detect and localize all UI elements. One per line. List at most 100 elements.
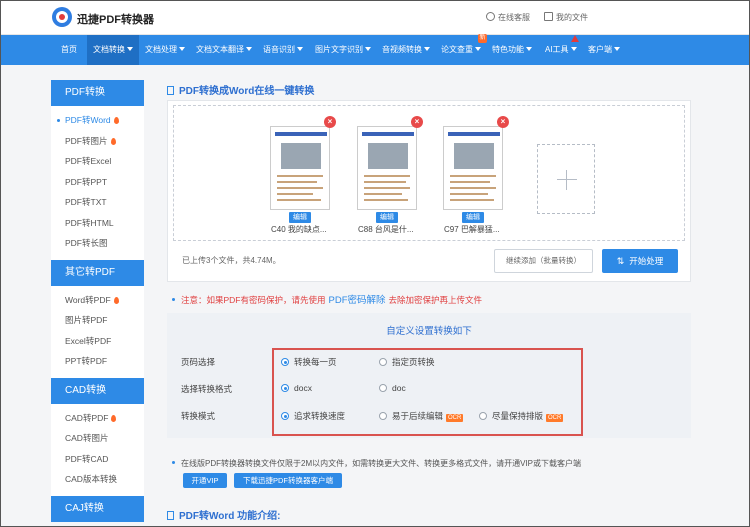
sidebar-item-word-to-pdf[interactable]: Word转PDF bbox=[51, 290, 144, 311]
swap-icon: ⇅ bbox=[616, 256, 625, 266]
add-file-button[interactable] bbox=[537, 144, 595, 214]
thumb-title-bar bbox=[275, 132, 327, 136]
thumb-line bbox=[364, 187, 410, 189]
nav-translate-label: 文档文本翻译 bbox=[196, 45, 244, 54]
chevron-down-icon bbox=[614, 47, 620, 51]
my-files-label: 我的文件 bbox=[556, 13, 588, 22]
radio-doc[interactable]: doc bbox=[379, 383, 406, 393]
nav-doc-convert-label: 文档转换 bbox=[93, 45, 125, 54]
chevron-down-icon bbox=[570, 47, 577, 51]
new-badge: 新 bbox=[478, 34, 487, 43]
document-icon bbox=[167, 86, 174, 95]
nav-av-convert-label: 音视频转换 bbox=[382, 45, 422, 54]
sidebar-item-image-to-pdf[interactable]: 图片转PDF bbox=[51, 310, 144, 331]
sidebar-item-label: CAD转图片 bbox=[65, 433, 109, 443]
radio-label: 追求转换速度 bbox=[294, 411, 346, 421]
radio-every-page[interactable]: 转换每一页 bbox=[281, 356, 337, 368]
document-icon bbox=[167, 511, 174, 520]
sidebar-item-pdf-to-ppt[interactable]: PDF转PPT bbox=[51, 172, 144, 193]
logo-icon[interactable] bbox=[52, 7, 72, 27]
radio-label: 转换每一页 bbox=[294, 357, 337, 367]
size-limit-tip: 在线版PDF转换器转换文件仅限于2M以内文件，如需转换更大文件、转换更多格式文件… bbox=[172, 458, 581, 469]
radio-specific-pages[interactable]: 指定页转换 bbox=[379, 356, 435, 368]
nav-speech[interactable]: 语音识别 bbox=[263, 35, 303, 65]
radio-checked-icon bbox=[281, 384, 289, 392]
edit-file-button[interactable]: 编辑 bbox=[289, 212, 311, 223]
brand-name[interactable]: 迅捷PDF转换器 bbox=[77, 11, 154, 27]
file-name: C88 台风是什... bbox=[358, 225, 414, 234]
pdf-unlock-link[interactable]: PDF密码解除 bbox=[329, 295, 386, 306]
upload-dropzone[interactable]: × 编辑 C40 我的缺点... × 编辑 C88 台风是什... × 编辑 C… bbox=[173, 105, 685, 241]
edit-file-button[interactable]: 编辑 bbox=[462, 212, 484, 223]
document-icon bbox=[544, 12, 553, 21]
size-limit-text: 在线版PDF转换器转换文件仅限于2M以内文件，如需转换更大文件、转换更多格式文件… bbox=[181, 459, 582, 468]
headset-icon bbox=[486, 12, 495, 21]
sidebar-item-pdf-to-word[interactable]: PDF转Word bbox=[51, 110, 144, 131]
sidebar-list-pdf-convert: PDF转Word PDF转图片 PDF转Excel PDF转PPT PDF转TX… bbox=[51, 106, 144, 260]
file-thumbnail[interactable] bbox=[270, 126, 330, 210]
nav-translate[interactable]: 文档文本翻译 bbox=[196, 35, 252, 65]
sidebar-item-pdf-to-txt[interactable]: PDF转TXT bbox=[51, 192, 144, 213]
thumb-title-bar bbox=[448, 132, 500, 136]
radio-label: 尽量保持排版 bbox=[492, 411, 544, 421]
thumb-image bbox=[368, 143, 408, 169]
sidebar-item-cad-version[interactable]: CAD版本转换 bbox=[51, 469, 144, 490]
sidebar-item-cad-to-image[interactable]: CAD转图片 bbox=[51, 428, 144, 449]
remove-file-icon[interactable]: × bbox=[497, 116, 509, 128]
chevron-down-icon bbox=[297, 47, 303, 51]
radio-docx[interactable]: docx bbox=[281, 383, 312, 393]
sidebar-item-label: CAD版本转换 bbox=[65, 474, 117, 484]
nav-plagiarism-label: 论文查重 bbox=[441, 45, 473, 54]
radio-speed[interactable]: 追求转换速度 bbox=[281, 410, 345, 422]
remove-file-icon[interactable]: × bbox=[411, 116, 423, 128]
sidebar-item-pdf-to-cad[interactable]: PDF转CAD bbox=[51, 449, 144, 470]
sidebar-group-caj: CAJ转换 bbox=[51, 495, 144, 522]
radio-label: 易于后续编辑 bbox=[392, 411, 444, 421]
nav-doc-process[interactable]: 文档处理 bbox=[145, 35, 185, 65]
nav-av-convert[interactable]: 音视频转换 bbox=[382, 35, 430, 65]
sidebar-item-ppt-to-pdf[interactable]: PPT转PDF bbox=[51, 351, 144, 372]
bullet-icon bbox=[172, 298, 175, 301]
thumb-line bbox=[277, 175, 323, 177]
customer-service-link[interactable]: 在线客服 bbox=[486, 12, 530, 23]
remove-file-icon[interactable]: × bbox=[324, 116, 336, 128]
sidebar-item-cad-to-pdf[interactable]: CAD转PDF bbox=[51, 408, 144, 429]
file-thumbnail[interactable] bbox=[357, 126, 417, 210]
mode-select-label: 转换模式 bbox=[181, 411, 216, 421]
sidebar-item-pdf-to-image[interactable]: PDF转图片 bbox=[51, 131, 144, 152]
nav-doc-convert[interactable]: 文档转换 bbox=[87, 35, 139, 65]
file-thumbnail[interactable] bbox=[443, 126, 503, 210]
ocr-badge: OCR bbox=[546, 414, 564, 422]
sidebar-list-to-pdf: Word转PDF 图片转PDF Excel转PDF PPT转PDF bbox=[51, 285, 144, 378]
radio-label: 指定页转换 bbox=[392, 357, 435, 367]
sidebar-item-excel-to-pdf[interactable]: Excel转PDF bbox=[51, 331, 144, 352]
nav-features[interactable]: 特色功能 bbox=[492, 35, 532, 65]
chevron-down-icon bbox=[127, 47, 133, 51]
page-select-label: 页码选择 bbox=[181, 357, 216, 367]
sidebar-item-pdf-to-long-image[interactable]: PDF转长图 bbox=[51, 233, 144, 254]
sidebar-group-cad: CAD转换 bbox=[51, 377, 144, 404]
my-files-link[interactable]: 我的文件 bbox=[544, 12, 588, 23]
nav-ocr[interactable]: 图片文字识别 bbox=[315, 35, 371, 65]
fire-icon bbox=[113, 296, 119, 304]
upload-count: 已上传3个文件，共4.74M。 bbox=[182, 256, 281, 265]
chevron-down-icon bbox=[475, 47, 481, 51]
download-client-button[interactable]: 下载迅捷PDF转换器客户端 bbox=[234, 473, 342, 488]
radio-editable[interactable]: 易于后续编辑 OCR bbox=[379, 410, 464, 422]
continue-add-button[interactable]: 继续添加（批量转换） bbox=[494, 249, 593, 273]
nav-client[interactable]: 客户端 bbox=[588, 35, 620, 65]
radio-keep-layout[interactable]: 尽量保持排版 OCR bbox=[479, 410, 564, 422]
nav-plagiarism[interactable]: 论文查重 bbox=[441, 35, 481, 65]
edit-file-button[interactable]: 编辑 bbox=[376, 212, 398, 223]
sidebar-item-pdf-to-html[interactable]: PDF转HTML bbox=[51, 213, 144, 234]
format-select-label: 选择转换格式 bbox=[181, 384, 233, 394]
nav-home[interactable]: 首页 bbox=[61, 35, 77, 65]
sidebar-item-label: PDF转PPT bbox=[65, 176, 108, 187]
nav-ai-tools-label: AI工具 bbox=[545, 45, 569, 54]
sidebar-list-cad: CAD转PDF CAD转图片 PDF转CAD CAD版本转换 bbox=[51, 403, 144, 496]
thumb-image bbox=[454, 143, 494, 169]
open-vip-button[interactable]: 开通VIP bbox=[183, 473, 227, 488]
thumb-line bbox=[364, 175, 410, 177]
sidebar-item-pdf-to-excel[interactable]: PDF转Excel bbox=[51, 151, 144, 172]
start-process-button[interactable]: ⇅ 开始处理 bbox=[602, 249, 678, 273]
